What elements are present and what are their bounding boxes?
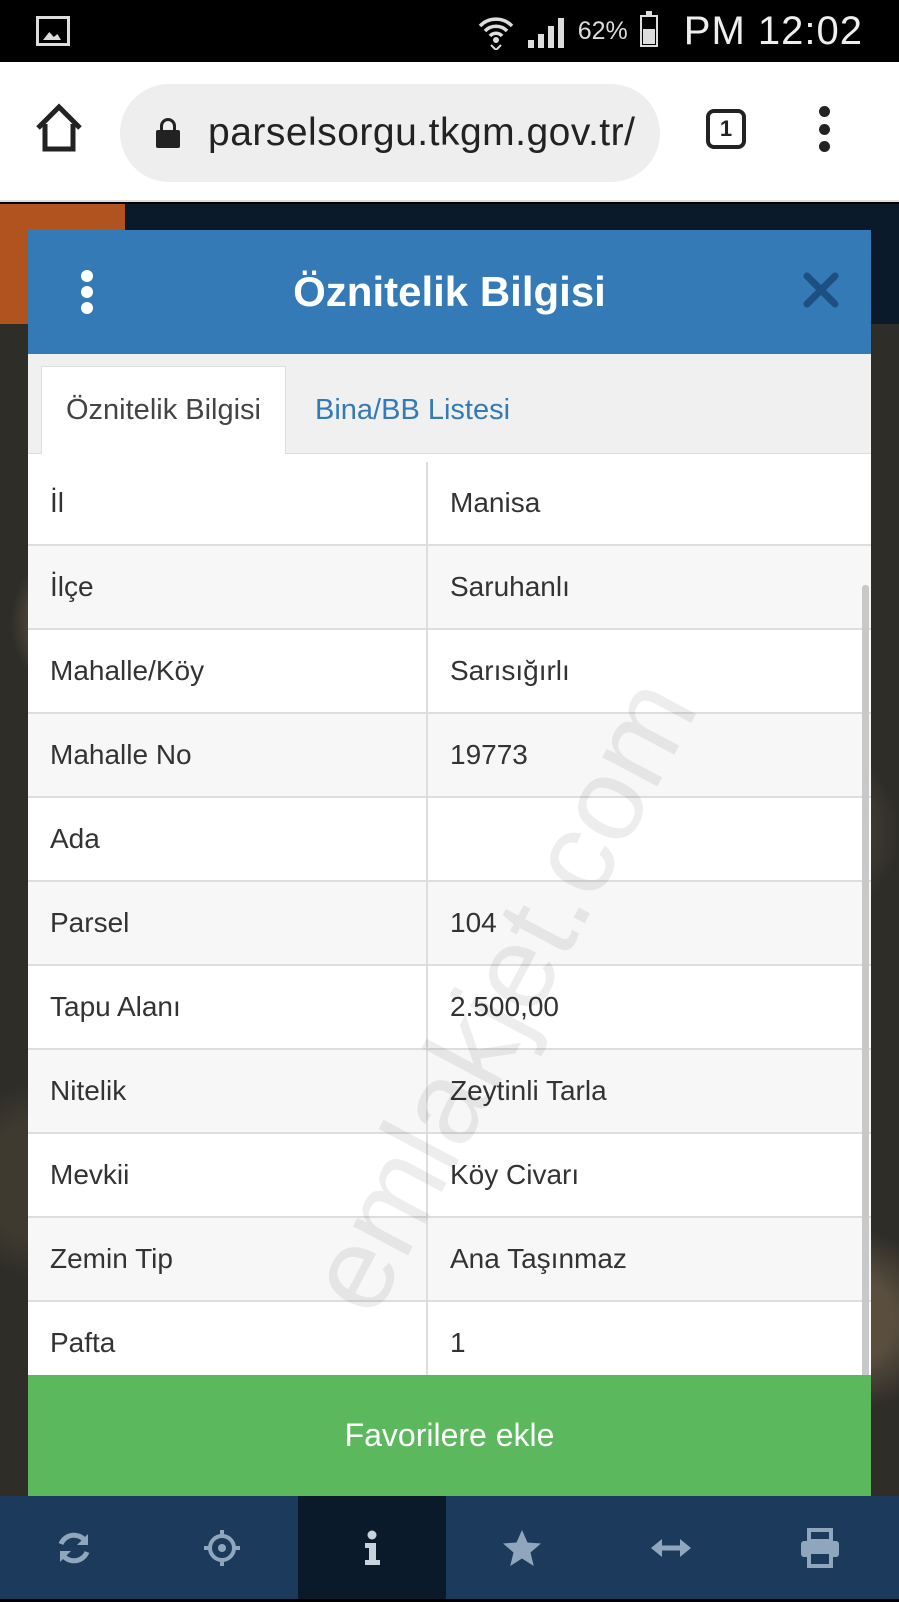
clock: PM 12:02: [683, 8, 863, 53]
row-value: Köy Civarı: [450, 1159, 580, 1190]
browser-toolbar: parselsorgu.tkgm.gov.tr/ 1: [0, 62, 899, 202]
url-text: parselsorgu.tkgm.gov.tr/: [208, 111, 636, 154]
row-value: 1: [450, 1327, 466, 1358]
table-row: Parsel 104: [28, 882, 871, 966]
row-value: 104: [450, 907, 497, 938]
measure-icon[interactable]: [597, 1496, 745, 1599]
url-bar[interactable]: parselsorgu.tkgm.gov.tr/: [120, 84, 660, 182]
dialog-tabs: Öznitelik Bilgisi Bina/BB Listesi: [28, 354, 871, 454]
row-value: Saruhanlı: [450, 571, 570, 602]
overflow-menu-icon[interactable]: [818, 106, 830, 152]
table-row: Nitelik Zeytinli Tarla: [28, 1050, 871, 1134]
star-icon[interactable]: [448, 1496, 596, 1599]
row-label: Zemin Tip: [28, 1218, 428, 1300]
battery-icon: [639, 11, 658, 47]
row-label: Parsel: [28, 882, 428, 964]
refresh-icon[interactable]: [0, 1496, 148, 1599]
row-label: İlçe: [28, 546, 428, 628]
row-label: Mahalle/Köy: [28, 630, 428, 712]
row-label: Ada: [28, 798, 428, 880]
lock-icon: [156, 118, 180, 148]
signal-icon: [527, 14, 566, 48]
table-row: Mahalle/Köy Sarısığırlı: [28, 630, 871, 714]
home-icon[interactable]: [34, 102, 84, 154]
close-icon[interactable]: [801, 270, 841, 310]
row-value: Manisa: [450, 487, 541, 518]
row-value: Zeytinli Tarla: [450, 1075, 607, 1106]
row-value: Sarısığırlı: [450, 655, 570, 686]
add-favorite-button[interactable]: Favorilere ekle: [28, 1375, 871, 1496]
wifi-icon: [476, 12, 516, 52]
table-row: Mahalle No 19773: [28, 714, 871, 798]
map-toolbar: [0, 1496, 899, 1599]
tab-building-list[interactable]: Bina/BB Listesi: [315, 366, 510, 454]
tab-attribute-info[interactable]: Öznitelik Bilgisi: [41, 366, 286, 454]
row-value: [428, 798, 871, 880]
table-row: Tapu Alanı 2.500,00: [28, 966, 871, 1050]
table-row: Pafta 1: [28, 1302, 871, 1386]
row-value: 2.500,00: [450, 991, 559, 1022]
table-row: Mevkii Köy Civarı: [28, 1134, 871, 1218]
row-label: İl: [28, 462, 428, 544]
tabs-icon[interactable]: 1: [706, 109, 746, 149]
image-icon: [36, 16, 70, 46]
row-value: Ana Taşınmaz: [450, 1243, 627, 1274]
battery-percent: 62%: [577, 16, 628, 45]
status-bar: 62% PM 12:02: [0, 0, 899, 62]
dialog-menu-icon[interactable]: [80, 270, 94, 314]
attribute-dialog: Öznitelik Bilgisi Öznitelik Bilgisi Bina…: [28, 230, 871, 1575]
row-label: Nitelik: [28, 1050, 428, 1132]
row-label: Mahalle No: [28, 714, 428, 796]
print-icon[interactable]: [746, 1496, 894, 1599]
row-label: Tapu Alanı: [28, 966, 428, 1048]
dialog-title: Öznitelik Bilgisi: [293, 268, 606, 315]
dialog-header: Öznitelik Bilgisi: [28, 230, 871, 354]
locate-icon[interactable]: [148, 1496, 296, 1599]
row-value: 19773: [450, 739, 528, 770]
table-row: Ada: [28, 798, 871, 882]
row-label: Mevkii: [28, 1134, 428, 1216]
table-row: İlçe Saruhanlı: [28, 546, 871, 630]
row-label: Pafta: [28, 1302, 428, 1384]
info-icon[interactable]: [298, 1496, 446, 1599]
table-row: Zemin Tip Ana Taşınmaz: [28, 1218, 871, 1302]
table-row: İl Manisa: [28, 462, 871, 546]
